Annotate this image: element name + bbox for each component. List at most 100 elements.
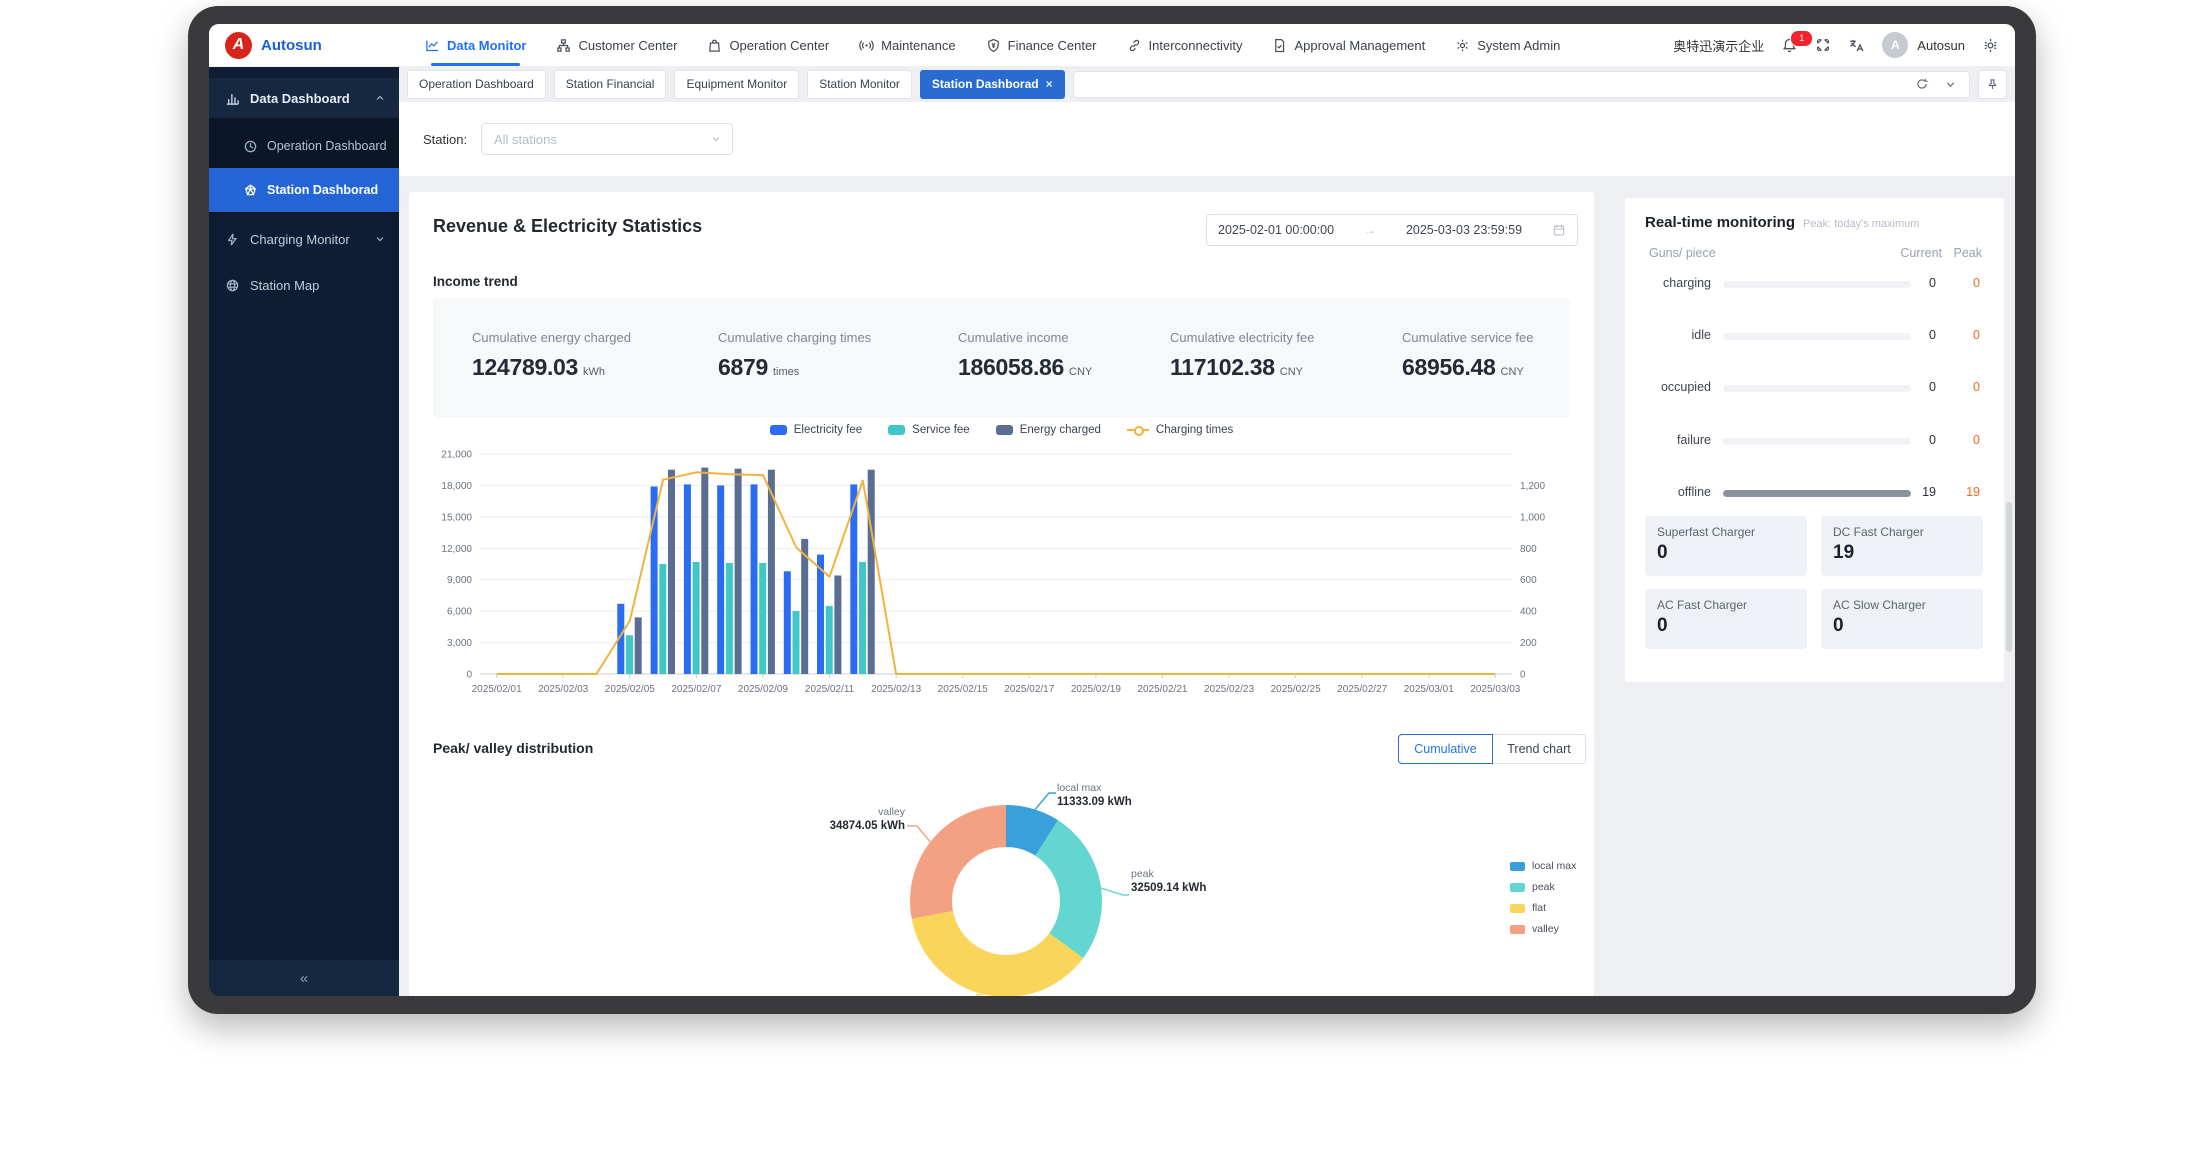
tab-station-financial[interactable]: Station Financial: [554, 70, 667, 99]
svg-text:600: 600: [1520, 575, 1537, 586]
swatch-icon: [996, 425, 1013, 435]
svg-text:800: 800: [1520, 544, 1537, 555]
station-select[interactable]: All stations: [481, 123, 733, 155]
legend-electricity-fee[interactable]: Electricity fee: [770, 424, 862, 436]
scrollbar-thumb[interactable]: [2006, 502, 2012, 652]
station-filter-label: Station:: [423, 102, 467, 176]
sidebar-group-data-dashboard[interactable]: Data Dashboard: [209, 78, 399, 118]
card-ac-slow-charger: AC Slow Charger 0: [1821, 589, 1983, 649]
pin-button[interactable]: [1978, 70, 2007, 99]
monitor-row-charging: charging 0 0: [1625, 276, 2004, 293]
tab-toolbar: [1073, 71, 1970, 98]
legend-local-max[interactable]: local max: [1510, 860, 1576, 872]
legend-flat[interactable]: flat: [1510, 902, 1576, 914]
income-trend-chart: 003,0002006,0004009,00060012,00080015,00…: [416, 444, 1576, 706]
tab-station-dashboard[interactable]: Station Dashborad ×: [920, 70, 1065, 99]
stats-strip: Cumulative energy charged 124789.03kWh C…: [433, 298, 1570, 418]
chart-line-icon: [425, 38, 440, 53]
progress-bar: [1723, 385, 1911, 392]
clock-pie-icon: [243, 139, 258, 154]
svg-text:15,000: 15,000: [441, 512, 472, 523]
shield-yen-icon: [986, 38, 1001, 53]
swatch-icon: [770, 425, 787, 435]
sidebar-item-charging-monitor[interactable]: Charging Monitor: [209, 218, 399, 260]
sidebar-item-station-map[interactable]: Station Map: [209, 264, 399, 306]
gear-icon: [1982, 37, 1999, 54]
sidebar-item-station-dashboard[interactable]: Station Dashborad: [209, 168, 399, 212]
station-select-placeholder: All stations: [494, 132, 557, 147]
tab-equipment-monitor[interactable]: Equipment Monitor: [674, 70, 799, 99]
tab-station-monitor[interactable]: Station Monitor: [807, 70, 912, 99]
svg-text:6,000: 6,000: [447, 607, 472, 618]
svg-text:2025/02/05: 2025/02/05: [605, 684, 655, 695]
monitor-row-failure: failure 0 0: [1625, 433, 2004, 450]
nav-item-interconnectivity[interactable]: Interconnectivity: [1127, 24, 1243, 66]
revenue-panel: Revenue & Electricity Statistics 2025-02…: [409, 192, 1594, 996]
svg-text:2025/02/17: 2025/02/17: [1004, 684, 1054, 695]
peak-valley-title: Peak/ valley distribution: [433, 740, 593, 756]
link-icon: [1127, 38, 1142, 53]
close-icon[interactable]: ×: [1046, 77, 1053, 91]
legend-service-fee[interactable]: Service fee: [888, 424, 970, 436]
nav-item-approval-management[interactable]: Approval Management: [1272, 24, 1425, 66]
settings-button[interactable]: [1982, 37, 1999, 54]
svg-text:18,000: 18,000: [441, 481, 472, 492]
svg-text:2025/02/11: 2025/02/11: [805, 684, 855, 695]
arrow-right-icon: →: [1364, 223, 1376, 237]
cumulative-button[interactable]: Cumulative: [1398, 734, 1493, 764]
swatch-icon: [1510, 862, 1525, 871]
fullscreen-icon: [1815, 37, 1831, 53]
svg-text:9,000: 9,000: [447, 575, 472, 586]
swatch-icon: [1510, 904, 1525, 913]
date-end: 2025-03-03 23:59:59: [1406, 223, 1522, 237]
monitoring-title: Real-time monitoring: [1645, 214, 1795, 231]
nav-item-customer-center[interactable]: Customer Center: [556, 24, 677, 66]
language-button[interactable]: [1848, 37, 1865, 54]
svg-text:0: 0: [466, 670, 472, 681]
globe-icon: [225, 278, 240, 293]
tab-operation-dashboard[interactable]: Operation Dashboard: [407, 70, 546, 99]
legend-peak[interactable]: peak: [1510, 881, 1576, 893]
refresh-button[interactable]: [1915, 77, 1929, 91]
card-ac-fast-charger: AC Fast Charger 0: [1645, 589, 1807, 649]
card-superfast-charger: Superfast Charger 0: [1645, 516, 1807, 576]
nav-item-maintenance[interactable]: Maintenance: [859, 24, 955, 66]
svg-text:2025/02/23: 2025/02/23: [1204, 684, 1254, 695]
svg-text:21,000: 21,000: [441, 450, 472, 461]
realtime-monitoring-card: Real-time monitoring Peak: today's maxim…: [1625, 198, 2004, 682]
stat-charging-times: Cumulative charging times 6879times: [718, 330, 871, 381]
legend-charging-times[interactable]: Charging times: [1127, 424, 1233, 436]
calendar-icon: [1552, 223, 1566, 237]
income-chart-legend: Electricity fee Service fee Energy charg…: [409, 424, 1594, 436]
svg-text:2025/02/27: 2025/02/27: [1337, 684, 1387, 695]
svg-text:2025/03/01: 2025/03/01: [1404, 684, 1454, 695]
user-name: Autosun: [1917, 38, 1965, 53]
fullscreen-button[interactable]: [1815, 37, 1831, 53]
nav-item-operation-center[interactable]: Operation Center: [707, 24, 829, 66]
notification-bell[interactable]: 1: [1781, 37, 1798, 54]
monitoring-subtitle: Peak: today's maximum: [1803, 218, 1919, 230]
nav-item-system-admin[interactable]: System Admin: [1455, 24, 1560, 66]
svg-text:2025/02/15: 2025/02/15: [938, 684, 988, 695]
tab-options-button[interactable]: [1944, 78, 1957, 91]
legend-energy-charged[interactable]: Energy charged: [996, 424, 1101, 436]
panel-title: Revenue & Electricity Statistics: [433, 216, 702, 237]
svg-text:2025/02/09: 2025/02/09: [738, 684, 788, 695]
nav-item-finance-center[interactable]: Finance Center: [986, 24, 1097, 66]
histogram-icon: [225, 91, 240, 106]
sidebar-item-operation-dashboard[interactable]: Operation Dashboard: [209, 124, 399, 168]
lightning-icon: [225, 232, 240, 247]
callout-peak: peak 32509.14 kWh: [1131, 868, 1206, 894]
callout-local-max: local max 11333.09 kWh: [1057, 782, 1132, 808]
chevron-down-icon: [710, 133, 722, 145]
content-area: Station: All stations Revenue & Electric…: [399, 102, 2015, 996]
date-range-picker[interactable]: 2025-02-01 00:00:00 → 2025-03-03 23:59:5…: [1206, 214, 1578, 246]
svg-text:200: 200: [1520, 638, 1537, 649]
signal-icon: [859, 38, 874, 53]
legend-valley[interactable]: valley: [1510, 923, 1576, 935]
sidebar-collapse-button[interactable]: «: [209, 960, 399, 996]
brand-logo[interactable]: A Autosun: [225, 24, 322, 66]
trend-chart-button[interactable]: Trend chart: [1493, 734, 1586, 764]
user-avatar[interactable]: A: [1882, 32, 1908, 58]
nav-item-data-monitor[interactable]: Data Monitor: [425, 24, 526, 66]
